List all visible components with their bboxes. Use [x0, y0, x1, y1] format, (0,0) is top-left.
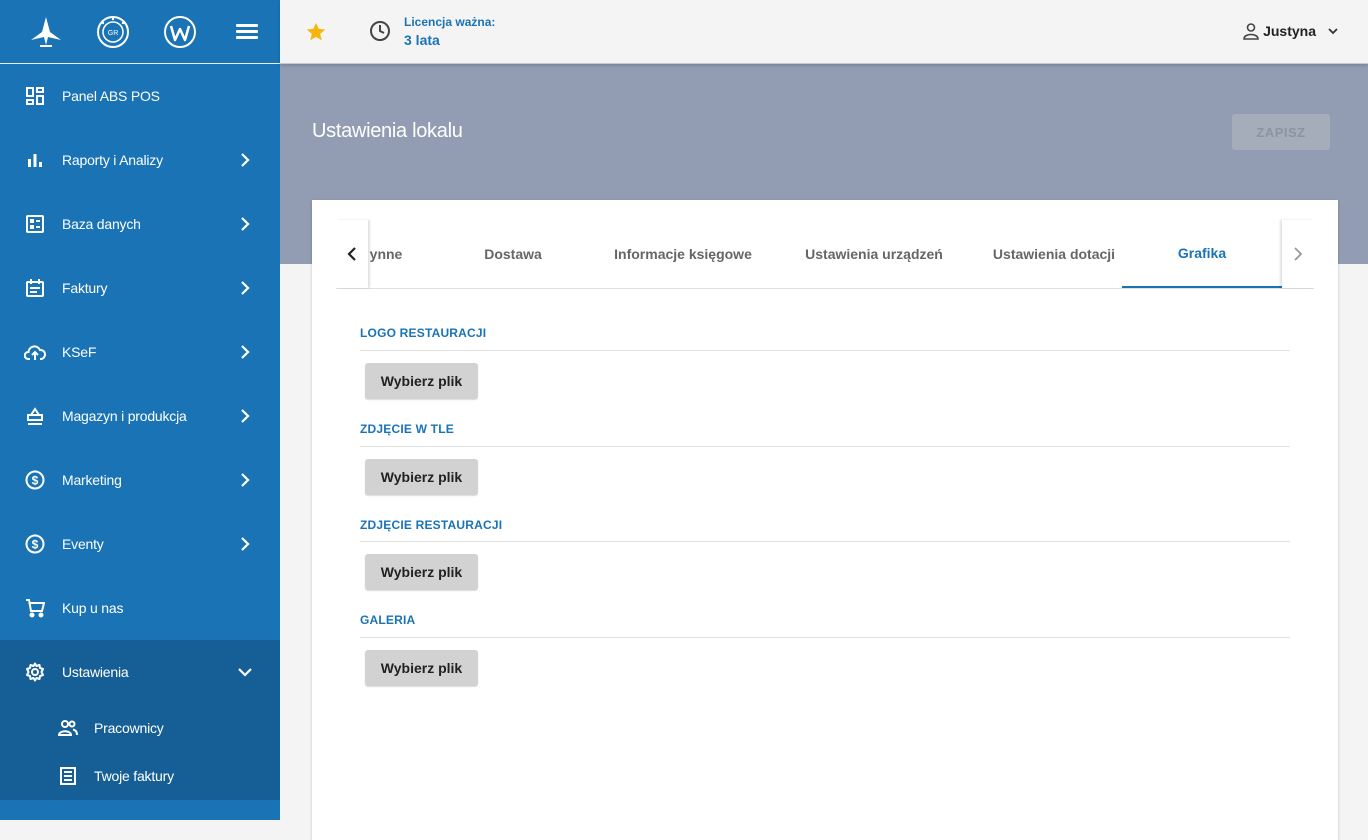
sidebar-item-label: Faktury	[62, 280, 108, 296]
choose-file-button-background[interactable]: Wybierz plik	[365, 459, 478, 495]
sidebar: GR Panel ABS POS Raporty i Analizy Baza …	[0, 0, 280, 820]
choose-file-button-logo[interactable]: Wybierz plik	[365, 363, 478, 399]
sidebar-item-label: Ustawienia	[62, 664, 129, 680]
sidebar-item-label: KSeF	[62, 344, 97, 360]
go-logo-icon[interactable]: GR	[95, 14, 131, 50]
page-title: Ustawienia lokalu	[312, 120, 463, 142]
sidebar-item-events[interactable]: $ Eventy	[0, 512, 280, 576]
section-divider	[360, 541, 1290, 542]
dashboard-icon	[24, 85, 46, 107]
section-divider	[360, 637, 1290, 638]
sidebar-item-warehouse[interactable]: Magazyn i produkcja	[0, 384, 280, 448]
sidebar-subitem-your-invoices[interactable]: Twoje faktury	[0, 752, 280, 800]
settings-card: ynne Dostawa Informacje księgowe Ustawie…	[312, 200, 1338, 840]
sidebar-item-settings[interactable]: Ustawienia	[0, 640, 280, 704]
sidebar-item-label: Raporty i Analizy	[62, 152, 163, 168]
sidebar-subitem-label: Pracownicy	[94, 720, 164, 736]
tab-accounting-info[interactable]: Informacje księgowe	[598, 220, 768, 288]
w-logo-icon[interactable]	[162, 14, 198, 50]
top-bar: Licencja ważna: 3 lata Justyna	[280, 0, 1368, 64]
tab-delivery[interactable]: Dostawa	[458, 220, 568, 288]
sidebar-item-label: Eventy	[62, 536, 104, 552]
user-menu[interactable]: Justyna	[1242, 22, 1338, 40]
abs-pos-logo-icon[interactable]	[28, 14, 64, 50]
chevron-right-icon	[238, 217, 252, 231]
section-title-background: ZDJĘCIE W TLE	[360, 422, 454, 436]
dollar-circle-icon: $	[24, 533, 46, 555]
user-icon	[1243, 23, 1259, 40]
tab-device-settings[interactable]: Ustawienia urządzeń	[788, 220, 960, 288]
tabs-scroller: ynne Dostawa Informacje księgowe Ustawie…	[368, 220, 1282, 288]
choose-file-button-restaurant-photo[interactable]: Wybierz plik	[365, 554, 478, 590]
chevron-right-icon	[238, 153, 252, 167]
section-title-restaurant-photo: ZDJĘCIE RESTAURACJI	[360, 518, 503, 532]
sidebar-item-label: Magazyn i produkcja	[62, 408, 187, 424]
sidebar-item-panel[interactable]: Panel ABS POS	[0, 64, 280, 128]
section-divider	[360, 350, 1290, 351]
sidebar-item-database[interactable]: Baza danych	[0, 192, 280, 256]
stamp-icon	[24, 405, 46, 427]
save-button[interactable]: ZAPISZ	[1232, 114, 1330, 150]
cart-icon	[24, 597, 46, 619]
section-divider	[360, 446, 1290, 447]
people-icon	[57, 717, 79, 739]
chevron-right-icon	[238, 409, 252, 423]
sidebar-header: GR	[0, 0, 280, 64]
chevron-right-icon	[1294, 247, 1303, 261]
bar-chart-icon	[24, 149, 46, 171]
sidebar-item-shop[interactable]: Kup u nas	[0, 576, 280, 640]
tab-other[interactable]: ynne	[368, 220, 434, 288]
chevron-right-icon	[238, 537, 252, 551]
svg-text:GR: GR	[108, 30, 119, 37]
sidebar-subitem-employees[interactable]: Pracownicy	[0, 704, 280, 752]
section-title-gallery: GALERIA	[360, 613, 416, 627]
gear-icon	[24, 661, 46, 683]
calendar-icon	[24, 277, 46, 299]
sidebar-item-label: Kup u nas	[62, 600, 124, 616]
database-icon	[24, 213, 46, 235]
receipt-icon	[57, 765, 79, 787]
dollar-circle-icon: $	[24, 469, 46, 491]
user-name: Justyna	[1263, 23, 1316, 39]
svg-text:$: $	[32, 474, 39, 488]
tab-scroll-left[interactable]	[336, 220, 368, 288]
sidebar-item-invoices[interactable]: Faktury	[0, 256, 280, 320]
clock-icon	[369, 20, 391, 42]
chevron-right-icon	[238, 473, 252, 487]
star-icon[interactable]	[305, 21, 327, 43]
chevron-down-icon	[238, 665, 252, 679]
svg-text:$: $	[32, 538, 39, 552]
sidebar-item-label: Baza danych	[62, 216, 141, 232]
chevron-right-icon	[238, 345, 252, 359]
tab-graphics[interactable]: Grafika	[1122, 220, 1282, 288]
cloud-upload-icon	[24, 341, 46, 363]
tab-bar: ynne Dostawa Informacje księgowe Ustawie…	[336, 220, 1314, 289]
section-title-logo: LOGO RESTAURACJI	[360, 326, 487, 340]
sidebar-item-label: Marketing	[62, 472, 122, 488]
tab-scroll-right[interactable]	[1282, 220, 1314, 288]
sidebar-item-marketing[interactable]: $ Marketing	[0, 448, 280, 512]
menu-toggle-icon[interactable]	[236, 22, 258, 42]
sidebar-subitem-label: Twoje faktury	[94, 768, 174, 784]
sidebar-item-reports[interactable]: Raporty i Analizy	[0, 128, 280, 192]
tab-subsidy-settings[interactable]: Ustawienia dotacji	[972, 220, 1136, 288]
choose-file-button-gallery[interactable]: Wybierz plik	[365, 650, 478, 686]
chevron-down-icon	[1328, 28, 1338, 35]
settings-submenu: Pracownicy Twoje faktury	[0, 704, 280, 800]
license-value: 3 lata	[404, 32, 440, 48]
chevron-right-icon	[238, 281, 252, 295]
sidebar-item-label: Panel ABS POS	[62, 88, 160, 104]
chevron-left-icon	[347, 247, 356, 261]
sidebar-item-ksef[interactable]: KSeF	[0, 320, 280, 384]
license-label: Licencja ważna:	[404, 15, 496, 29]
